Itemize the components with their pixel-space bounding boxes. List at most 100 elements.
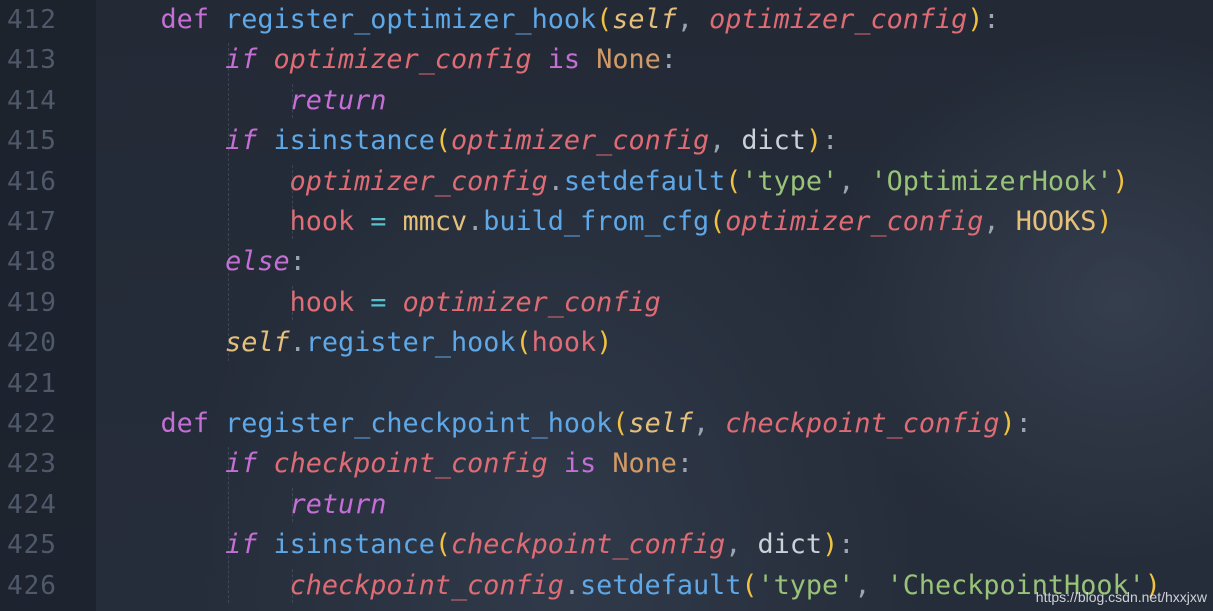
code-line[interactable]: 419 hook = optimizer_config	[0, 283, 1213, 323]
code-token: .	[289, 327, 306, 359]
code-line[interactable]: 415 if isinstance(optimizer_config, dict…	[0, 121, 1213, 161]
code-token: checkpoint_config	[725, 408, 1000, 439]
code-token: (	[709, 206, 726, 237]
code-token: optimizer_config	[450, 125, 710, 157]
code-text[interactable]: checkpoint_config.setdefault('type', 'Ch…	[96, 566, 1161, 606]
code-token: optimizer_config	[725, 206, 984, 237]
code-line[interactable]: 418 else:	[0, 242, 1213, 282]
code-text[interactable]: if isinstance(checkpoint_config, dict):	[96, 525, 854, 565]
code-token: HOOKS	[1015, 206, 1097, 237]
code-token: =	[370, 286, 387, 318]
code-line[interactable]: 420 self.register_hook(hook)	[0, 323, 1213, 363]
code-token: build_from_cfg	[483, 206, 710, 237]
code-token: :	[838, 529, 855, 561]
code-token: def	[160, 408, 209, 439]
code-token: .	[547, 165, 564, 197]
code-line[interactable]: 423 if checkpoint_config is None:	[0, 444, 1213, 484]
code-text[interactable]: def register_checkpoint_hook(self, check…	[96, 404, 1032, 444]
code-line[interactable]: 425 if isinstance(checkpoint_config, dic…	[0, 525, 1213, 565]
code-token: )	[999, 408, 1016, 439]
code-text[interactable]: else:	[96, 242, 306, 282]
code-token: .	[563, 569, 581, 601]
code-token: else	[225, 246, 290, 278]
code-token: ,	[709, 125, 742, 157]
line-number: 420	[7, 328, 57, 359]
code-line[interactable]: 416 optimizer_config.setdefault('type', …	[0, 162, 1213, 202]
code-token: register_hook	[305, 327, 516, 359]
code-token: (	[741, 569, 758, 601]
code-token: None	[596, 44, 661, 76]
code-line[interactable]: 426 checkpoint_config.setdefault('type',…	[0, 566, 1213, 606]
line-number: 424	[7, 489, 57, 520]
code-token: =	[370, 206, 387, 237]
indent-guide	[292, 487, 294, 523]
code-text[interactable]: hook = optimizer_config	[96, 283, 661, 323]
code-token: (	[434, 529, 451, 561]
code-token: checkpoint_config	[289, 569, 564, 601]
code-text[interactable]: if checkpoint_config is None:	[96, 444, 693, 484]
code-text[interactable]: optimizer_config.setdefault('type', 'Opt…	[96, 162, 1129, 202]
code-token: if	[225, 448, 258, 480]
indent-guide	[227, 447, 229, 603]
line-number: 416	[7, 166, 57, 197]
line-number: 425	[7, 530, 57, 561]
indent-guide	[227, 43, 229, 361]
line-number: 414	[7, 85, 57, 116]
code-line[interactable]: 414 return	[0, 81, 1213, 121]
code-line[interactable]: 421	[0, 364, 1213, 404]
code-text[interactable]: hook = mmcv.build_from_cfg(optimizer_con…	[96, 202, 1113, 242]
indent-guide	[292, 285, 294, 321]
code-token: isinstance	[273, 529, 435, 561]
code-token: ,	[676, 4, 710, 35]
code-token: is	[547, 44, 581, 76]
code-line[interactable]: 412 def register_optimizer_hook(self, op…	[0, 0, 1213, 40]
code-token: :	[289, 246, 306, 278]
code-editor[interactable]: 412 def register_optimizer_hook(self, op…	[0, 0, 1213, 611]
code-line[interactable]: 422 def register_checkpoint_hook(self, c…	[0, 404, 1213, 444]
code-text[interactable]: return	[96, 485, 387, 525]
code-text[interactable]: return	[96, 81, 387, 121]
code-token: optimizer_config	[273, 44, 532, 76]
indent-guide	[292, 164, 294, 240]
line-number: 419	[7, 287, 57, 318]
code-text[interactable]: self.register_hook(hook)	[96, 323, 612, 363]
line-number: 418	[7, 247, 57, 278]
code-text[interactable]: if optimizer_config is None:	[96, 40, 677, 80]
code-token: ,	[725, 529, 758, 561]
code-line[interactable]: 424 return	[0, 485, 1213, 525]
code-token: is	[563, 448, 597, 480]
code-token: :	[1015, 408, 1032, 439]
code-token: register_checkpoint_hook	[225, 408, 613, 439]
code-token: dict	[757, 529, 823, 561]
code-line[interactable]: 417 hook = mmcv.build_from_cfg(optimizer…	[0, 202, 1213, 242]
line-number: 426	[7, 570, 57, 601]
code-text[interactable]: if isinstance(optimizer_config, dict):	[96, 121, 838, 161]
code-token: )	[967, 4, 984, 35]
code-token: (	[612, 408, 629, 439]
line-number: 423	[7, 449, 57, 480]
code-token: if	[225, 125, 258, 157]
code-token: return	[289, 84, 387, 116]
code-token: if	[225, 529, 258, 561]
code-text[interactable]: def register_optimizer_hook(self, optimi…	[96, 0, 1000, 40]
code-line[interactable]: 413 if optimizer_config is None:	[0, 40, 1213, 80]
code-token: self	[612, 4, 677, 35]
code-token: :	[983, 4, 1000, 35]
